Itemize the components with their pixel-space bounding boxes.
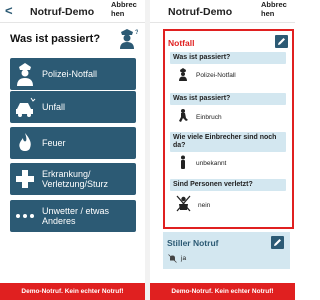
police-officer-icon <box>179 68 187 81</box>
silent-alarm-value: ja <box>181 255 187 262</box>
police-officer-icon <box>17 63 33 86</box>
back-button[interactable]: < <box>5 3 13 18</box>
top-bar: < Notruf-Demo Abbrechen <box>0 0 145 23</box>
demo-banner: Demo-Notruf. Kein echter Notruf! <box>0 283 145 300</box>
category-label: Unfall <box>42 102 66 112</box>
medical-cross-icon <box>16 170 34 188</box>
silent-alarm-card: Stiller Notruf ja <box>163 232 290 269</box>
edit-button[interactable] <box>275 35 288 48</box>
question-label: Sind Personen verletzt? <box>170 179 286 191</box>
bell-muted-icon <box>168 254 177 263</box>
category-button-fire[interactable]: Feuer <box>10 127 136 159</box>
demo-banner: Demo-Notruf. Kein echter Notruf! <box>150 283 295 300</box>
left-screen: < Notruf-Demo Abbrechen Was ist passiert… <box>0 0 145 300</box>
pencil-icon <box>278 38 285 45</box>
injured-crossed-icon <box>176 195 191 212</box>
question-heading: Was ist passiert? <box>10 33 101 45</box>
answer-value: Polizei-Notfall <box>196 72 236 79</box>
question-label: Was ist passiert? <box>170 52 286 64</box>
car-crash-icon <box>16 97 36 117</box>
person-icon <box>181 155 185 169</box>
app-title: Notruf-Demo <box>30 6 95 18</box>
category-label: Feuer <box>42 138 66 148</box>
category-button-other[interactable]: Unwetter / etwas Anderes <box>10 200 136 232</box>
right-screen: Notruf-Demo Abbrechen Notfall Was ist pa… <box>150 0 295 300</box>
card-title: Notfall <box>168 38 195 48</box>
emergency-summary-card: Notfall Was ist passiert? Polizei-Notfal… <box>163 29 294 229</box>
category-button-illness[interactable]: Erkrankung/ Verletzung/Sturz <box>10 163 136 195</box>
cancel-button[interactable]: Abbrechen <box>261 0 291 18</box>
category-button-accident[interactable]: Unfall <box>10 91 136 123</box>
cancel-button[interactable]: Abbrechen <box>111 0 141 18</box>
question-label: Wie viele Einbrecher sind noch da? <box>170 132 286 152</box>
fire-icon <box>19 133 31 151</box>
answer-value: unbekannt <box>196 160 227 167</box>
app-title: Notruf-Demo <box>168 6 233 18</box>
category-label: Unwetter / etwas Anderes <box>42 206 110 226</box>
category-button-police[interactable]: Polizei-Notfall <box>10 58 136 90</box>
category-label: Polizei-Notfall <box>42 69 98 79</box>
svg-text:?: ? <box>135 30 138 36</box>
top-bar: Notruf-Demo Abbrechen <box>150 0 295 23</box>
question-label: Was ist passiert? <box>170 93 286 105</box>
police-officer-icon: ? <box>120 29 138 49</box>
card-title: Stiller Notruf <box>167 238 219 248</box>
answer-value: nein <box>198 202 211 209</box>
category-label: Erkrankung/ Verletzung/Sturz <box>42 169 109 189</box>
pencil-icon <box>274 239 281 246</box>
answer-value: Einbruch <box>196 114 222 121</box>
edit-button[interactable] <box>271 236 284 249</box>
burglar-icon <box>179 109 188 122</box>
more-dots-icon <box>16 214 34 218</box>
